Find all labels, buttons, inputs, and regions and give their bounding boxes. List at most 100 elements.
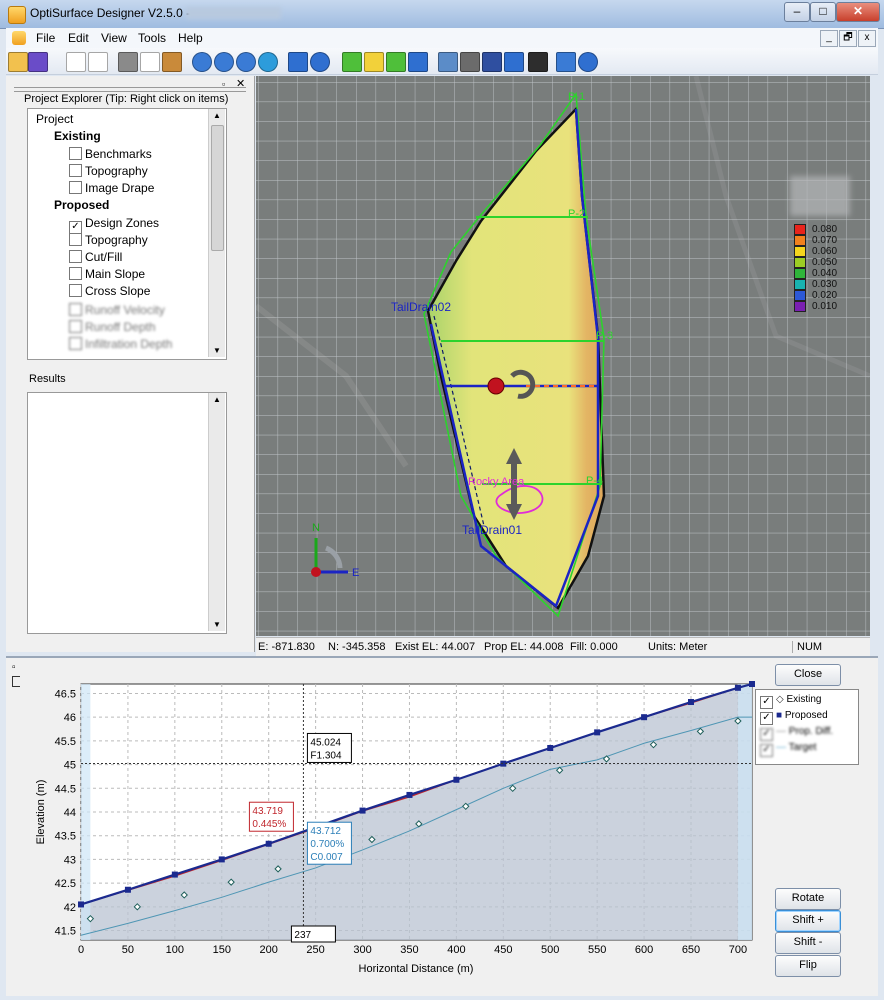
export-icon[interactable]	[556, 52, 576, 72]
menu-edit[interactable]: Edit	[68, 31, 89, 45]
rotate-button[interactable]: Rotate	[775, 888, 841, 910]
tree-item-runoff-depth[interactable]: Runoff Depth	[69, 320, 156, 334]
legend-item[interactable]: ✓ — Target	[760, 742, 816, 757]
legend-item[interactable]: ✓ ◇ Existing	[760, 694, 821, 709]
legend-checkbox[interactable]: ✓	[760, 744, 773, 757]
tree-item-benchmarks[interactable]: Benchmarks	[69, 147, 152, 161]
checkbox[interactable]	[69, 303, 82, 316]
paste-icon[interactable]	[162, 52, 182, 72]
map-canvas[interactable]: P-1 P-2 P-3 P-4 TailDrain02 TailDrain01 …	[256, 76, 870, 636]
chart-legend[interactable]: ✓ ◇ Existing ✓ ■ Proposed ✓ — Prop. Diff. ✓ — T…	[755, 689, 859, 765]
save-icon[interactable]	[28, 52, 48, 72]
close-button[interactable]: ✕	[836, 2, 880, 22]
scale-value: 0.070	[812, 235, 838, 246]
globe-icon[interactable]	[258, 52, 278, 72]
menu-help[interactable]: Help	[178, 31, 203, 45]
checkbox[interactable]	[69, 337, 82, 350]
menu-file[interactable]: File	[36, 31, 55, 45]
legend-checkbox[interactable]: ✓	[760, 712, 773, 725]
mdi-close-button[interactable]: x	[858, 30, 876, 47]
checkbox[interactable]	[69, 233, 82, 246]
status-fill: Fill: 0.000	[570, 641, 618, 653]
zoom-pan-icon[interactable]	[236, 52, 256, 72]
legend-checkbox[interactable]: ✓	[760, 696, 773, 709]
move-icon[interactable]	[288, 52, 308, 72]
yellow-box-icon[interactable]	[364, 52, 384, 72]
scale-swatch	[794, 279, 806, 290]
explorer-caption: Project Explorer (Tip: Right click on it…	[24, 93, 229, 105]
scroll-down-icon[interactable]: ▼	[213, 346, 221, 355]
menu-view[interactable]: View	[101, 31, 127, 45]
tree-item-design-zones[interactable]: ✓ Design Zones	[69, 216, 159, 234]
close-profile-button[interactable]: Close	[775, 664, 841, 686]
shift-minus-button[interactable]: Shift -	[775, 932, 841, 954]
fill-icon[interactable]	[504, 52, 524, 72]
explorer-splitter[interactable]	[14, 87, 246, 92]
tree-root[interactable]: Project	[36, 112, 73, 126]
new-icon[interactable]	[66, 52, 86, 72]
x-tick-label: 650	[682, 944, 700, 956]
tree-item-proposed-topography[interactable]: Topography	[69, 233, 148, 247]
green-cube-icon[interactable]	[386, 52, 406, 72]
tree-item-image-drape[interactable]: Image Drape	[69, 181, 154, 195]
tree-scrollbar[interactable]: ▲ ▼	[208, 109, 225, 357]
print-preview-icon[interactable]	[140, 52, 160, 72]
y-tick-label: 44.5	[55, 783, 76, 795]
legend-item[interactable]: ✓ — Prop. Diff.	[760, 726, 833, 741]
calculator-icon[interactable]	[460, 52, 480, 72]
print-icon[interactable]	[118, 52, 138, 72]
mdi-minimize-button[interactable]: _	[820, 30, 838, 47]
results-scrollbar[interactable]: ▲ ▼	[208, 393, 225, 631]
tree-existing-heading[interactable]: Existing	[54, 129, 101, 143]
legend-label: Existing	[786, 694, 822, 705]
mdi-restore-button[interactable]: 🗗	[839, 30, 857, 47]
results-box[interactable]	[27, 392, 227, 634]
checkbox[interactable]	[69, 320, 82, 333]
checkbox[interactable]	[69, 181, 82, 194]
rotate-icon[interactable]	[310, 52, 330, 72]
scroll-up-icon[interactable]: ▲	[213, 395, 221, 404]
pivot-handle[interactable]	[487, 377, 505, 395]
tree-item-infiltration-depth[interactable]: Infiltration Depth	[69, 337, 172, 351]
tree-proposed-heading[interactable]: Proposed	[54, 198, 109, 212]
zoom-out-icon[interactable]	[214, 52, 234, 72]
tree-item-existing-topography[interactable]: Topography	[69, 164, 148, 178]
scroll-up-icon[interactable]: ▲	[213, 111, 221, 120]
checkbox[interactable]	[69, 267, 82, 280]
tree-item-main-slope[interactable]: Main Slope	[69, 267, 145, 281]
profile-chart[interactable]: 0 50 100 150 200 250 300 350 400 450 500 550 600 650 7…	[20, 666, 762, 982]
tree-item-cross-slope[interactable]: Cross Slope	[69, 284, 150, 298]
refresh-icon[interactable]	[408, 52, 428, 72]
flip-button[interactable]: Flip	[775, 955, 841, 977]
scale-value: 0.030	[812, 279, 838, 290]
label-p4: P-4	[586, 475, 603, 487]
zoom-in-icon[interactable]	[192, 52, 212, 72]
green-box-icon[interactable]	[342, 52, 362, 72]
legend-checkbox[interactable]: ✓	[760, 728, 773, 741]
checkbox[interactable]	[69, 164, 82, 177]
menu-tools[interactable]: Tools	[138, 31, 166, 45]
tree-item-runoff-velocity[interactable]: Runoff Velocity	[69, 303, 165, 317]
open-icon[interactable]	[8, 52, 28, 72]
checkbox[interactable]	[69, 284, 82, 297]
layers-icon[interactable]	[438, 52, 458, 72]
help-icon[interactable]	[578, 52, 598, 72]
text-icon[interactable]	[528, 52, 548, 72]
scroll-down-icon[interactable]: ▼	[213, 620, 221, 629]
legend-item[interactable]: ✓ ■ Proposed	[760, 710, 828, 725]
map-view[interactable]: P-1 P-2 P-3 P-4 TailDrain02 TailDrain01 …	[256, 76, 870, 636]
x-tick-label: 450	[494, 944, 512, 956]
checkbox[interactable]	[69, 250, 82, 263]
profile-icon[interactable]	[482, 52, 502, 72]
checkbox[interactable]	[69, 147, 82, 160]
minimize-button[interactable]: –	[784, 2, 810, 22]
proposed-readout-text: C0.007	[310, 852, 343, 863]
shift-plus-button[interactable]: Shift +	[775, 910, 841, 932]
project-tree[interactable]: Project Existing Benchmarks Topography I…	[27, 108, 227, 360]
legend-label: Proposed	[784, 710, 828, 721]
panel-pin-icon[interactable]: ▫	[12, 662, 16, 673]
new-doc-icon[interactable]	[88, 52, 108, 72]
tree-item-cut-fill[interactable]: Cut/Fill	[69, 250, 122, 264]
scroll-thumb[interactable]	[211, 125, 224, 251]
maximize-button[interactable]: □	[810, 2, 836, 22]
